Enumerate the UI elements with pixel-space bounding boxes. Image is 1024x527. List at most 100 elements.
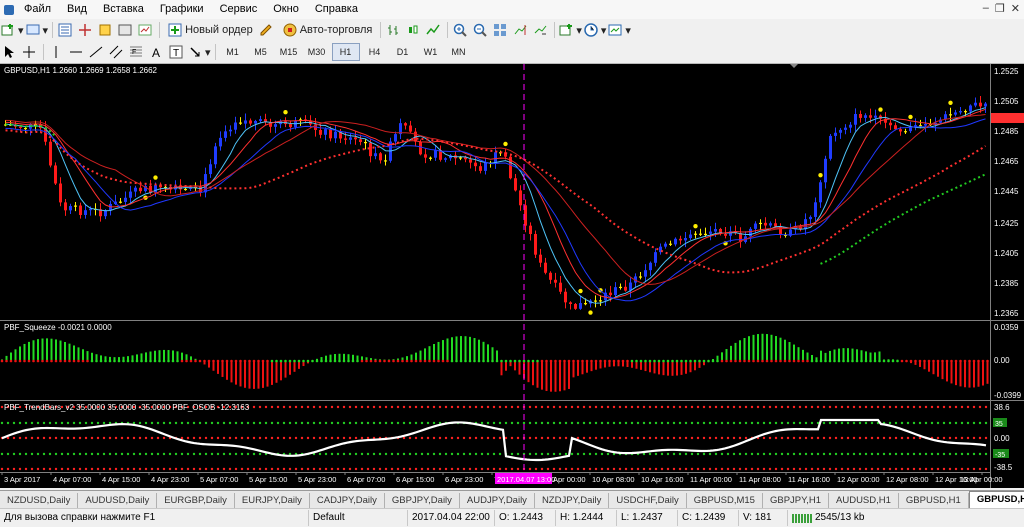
channel-button[interactable]	[108, 43, 126, 61]
tester-icon	[138, 24, 152, 36]
fibonacci-button[interactable]: F	[128, 43, 146, 61]
chart-tab[interactable]: GBPUSD,M15	[687, 493, 763, 508]
indicators-button[interactable]: ▾	[559, 21, 582, 39]
price-tick: 1.2505	[994, 97, 1019, 106]
price-tick: 1.2525	[994, 67, 1019, 76]
chart-tab[interactable]: AUDUSD,Daily	[78, 493, 158, 508]
candlestick-button[interactable]	[405, 21, 423, 39]
status-low: L: 1.2437	[616, 510, 677, 526]
chart-tab[interactable]: NZDJPY,Daily	[535, 493, 610, 508]
autotrading-icon	[283, 23, 297, 37]
periods-button[interactable]: ▾	[584, 21, 606, 39]
tf-w1-button[interactable]: W1	[418, 44, 444, 60]
time-tick: 12 Apr 00:00	[837, 475, 880, 484]
tf-m5-button[interactable]: M5	[248, 44, 274, 60]
tile-windows-button[interactable]	[492, 21, 510, 39]
crosshair-icon	[22, 46, 35, 58]
market-watch-button[interactable]	[57, 21, 75, 39]
chart-tab[interactable]: NZDUSD,Daily	[0, 493, 79, 508]
menu-help[interactable]: Справка	[307, 0, 366, 19]
text-icon: A	[152, 46, 160, 59]
text-button[interactable]: A	[148, 43, 166, 61]
price-chart[interactable]: GBPUSD,H1 1.2660 1.2669 1.2658 1.2662 PB…	[0, 64, 1024, 488]
autotrading-button[interactable]: Авто-торговля	[279, 21, 377, 39]
chart-tab[interactable]: AUDJPY,Daily	[460, 493, 535, 508]
svg-text:A: A	[152, 46, 160, 59]
clock-icon	[584, 23, 598, 37]
bar-chart-button[interactable]	[385, 21, 403, 39]
bar-chart-icon	[387, 25, 398, 35]
vertical-line-button[interactable]	[48, 43, 66, 61]
new-order-button[interactable]: Новый ордер	[164, 21, 257, 39]
menu-insert[interactable]: Вставка	[95, 0, 152, 19]
menu-window[interactable]: Окно	[265, 0, 307, 19]
terminal-button[interactable]	[117, 21, 135, 39]
menu-file[interactable]: Файл	[16, 0, 59, 19]
trend-tick: 38.6	[994, 403, 1010, 412]
tf-mn-button[interactable]: MN	[446, 44, 472, 60]
chart-tab[interactable]: CADJPY,Daily	[310, 493, 385, 508]
current-price-marker	[991, 113, 1024, 123]
fibonacci-icon: F	[129, 46, 142, 57]
data-window-button[interactable]	[77, 21, 95, 39]
horizontal-line-button[interactable]	[68, 43, 86, 61]
chart-tab[interactable]: EURGBP,Daily	[157, 493, 235, 508]
status-help: Для вызова справки нажмите F1	[4, 512, 156, 523]
trend-tick: 35	[995, 421, 1003, 428]
status-bar: Для вызова справки нажмите F1 Default 20…	[0, 508, 1024, 527]
chart-tab[interactable]: EURJPY,Daily	[235, 493, 310, 508]
close-icon[interactable]: ✕	[1011, 2, 1020, 15]
chart-tab[interactable]: GBPUSD,H1	[899, 493, 969, 508]
chart-tab[interactable]: GBPJPY,Daily	[385, 493, 460, 508]
new-order-icon	[168, 23, 182, 37]
restore-icon[interactable]: ❐	[995, 2, 1005, 15]
chart-window[interactable]: GBPUSD,H1 1.2660 1.2669 1.2658 1.2662 PB…	[0, 64, 1024, 488]
tf-h1-button[interactable]: H1	[331, 43, 360, 61]
line-chart-button[interactable]	[425, 21, 443, 39]
chart-shift-button[interactable]	[512, 21, 530, 39]
price-tick: 1.2365	[994, 309, 1019, 318]
cursor-button[interactable]	[1, 43, 19, 61]
zoom-in-button[interactable]	[452, 21, 470, 39]
chart-tab[interactable]: AUDUSD,H1	[829, 493, 899, 508]
crosshair-move-icon	[78, 24, 91, 36]
text-label-button[interactable]: T	[168, 43, 186, 61]
svg-text:T: T	[173, 48, 179, 59]
tester-button[interactable]	[137, 21, 155, 39]
chart-tab[interactable]: GBPJPY,H1	[763, 493, 830, 508]
tf-m30-button[interactable]: M30	[304, 44, 330, 60]
status-connection: 2545/13 kb	[787, 510, 876, 526]
tf-d1-button[interactable]: D1	[390, 44, 416, 60]
minimize-icon[interactable]: –	[983, 2, 989, 15]
zoom-in-icon	[453, 23, 467, 37]
trendline-icon	[89, 46, 102, 58]
tf-h4-button[interactable]: H4	[362, 44, 388, 60]
chart-tab[interactable]: USDCHF,Daily	[609, 493, 687, 508]
horizontal-line-icon	[69, 51, 82, 53]
new-order-label: Новый ордер	[185, 24, 253, 36]
arrows-button[interactable]: ▾	[188, 43, 211, 61]
chart-tab[interactable]: GBPUSD,H1	[968, 491, 1024, 508]
crosshair-button[interactable]	[21, 43, 39, 61]
trendline-button[interactable]	[88, 43, 106, 61]
tf-m15-button[interactable]: M15	[276, 44, 302, 60]
price-tick: 1.2445	[994, 187, 1019, 196]
market-watch-icon	[58, 23, 72, 37]
navigator-icon	[99, 24, 111, 36]
navigator-button[interactable]	[97, 21, 115, 39]
status-traffic: 2545/13 kb	[815, 512, 865, 523]
profiles-icon	[26, 24, 40, 35]
zoom-out-button[interactable]	[472, 21, 490, 39]
tf-m1-button[interactable]: M1	[220, 44, 246, 60]
metaeditor-button[interactable]	[259, 21, 277, 39]
templates-button[interactable]: ▾	[608, 21, 631, 39]
menu-view[interactable]: Вид	[59, 0, 95, 19]
menu-tools[interactable]: Сервис	[212, 0, 266, 19]
autoscroll-button[interactable]	[532, 21, 550, 39]
time-tick: 10 Apr 08:00	[592, 475, 635, 484]
profiles-button[interactable]: ▾	[26, 21, 48, 39]
menu-charts[interactable]: Графики	[152, 0, 212, 19]
trend-tick: -38.5	[994, 463, 1013, 472]
new-chart-button[interactable]: ▾	[1, 21, 24, 39]
trend-pane-label: PBF_TrendBars_v2 35.0000 35.0000 -35.000…	[4, 403, 250, 412]
